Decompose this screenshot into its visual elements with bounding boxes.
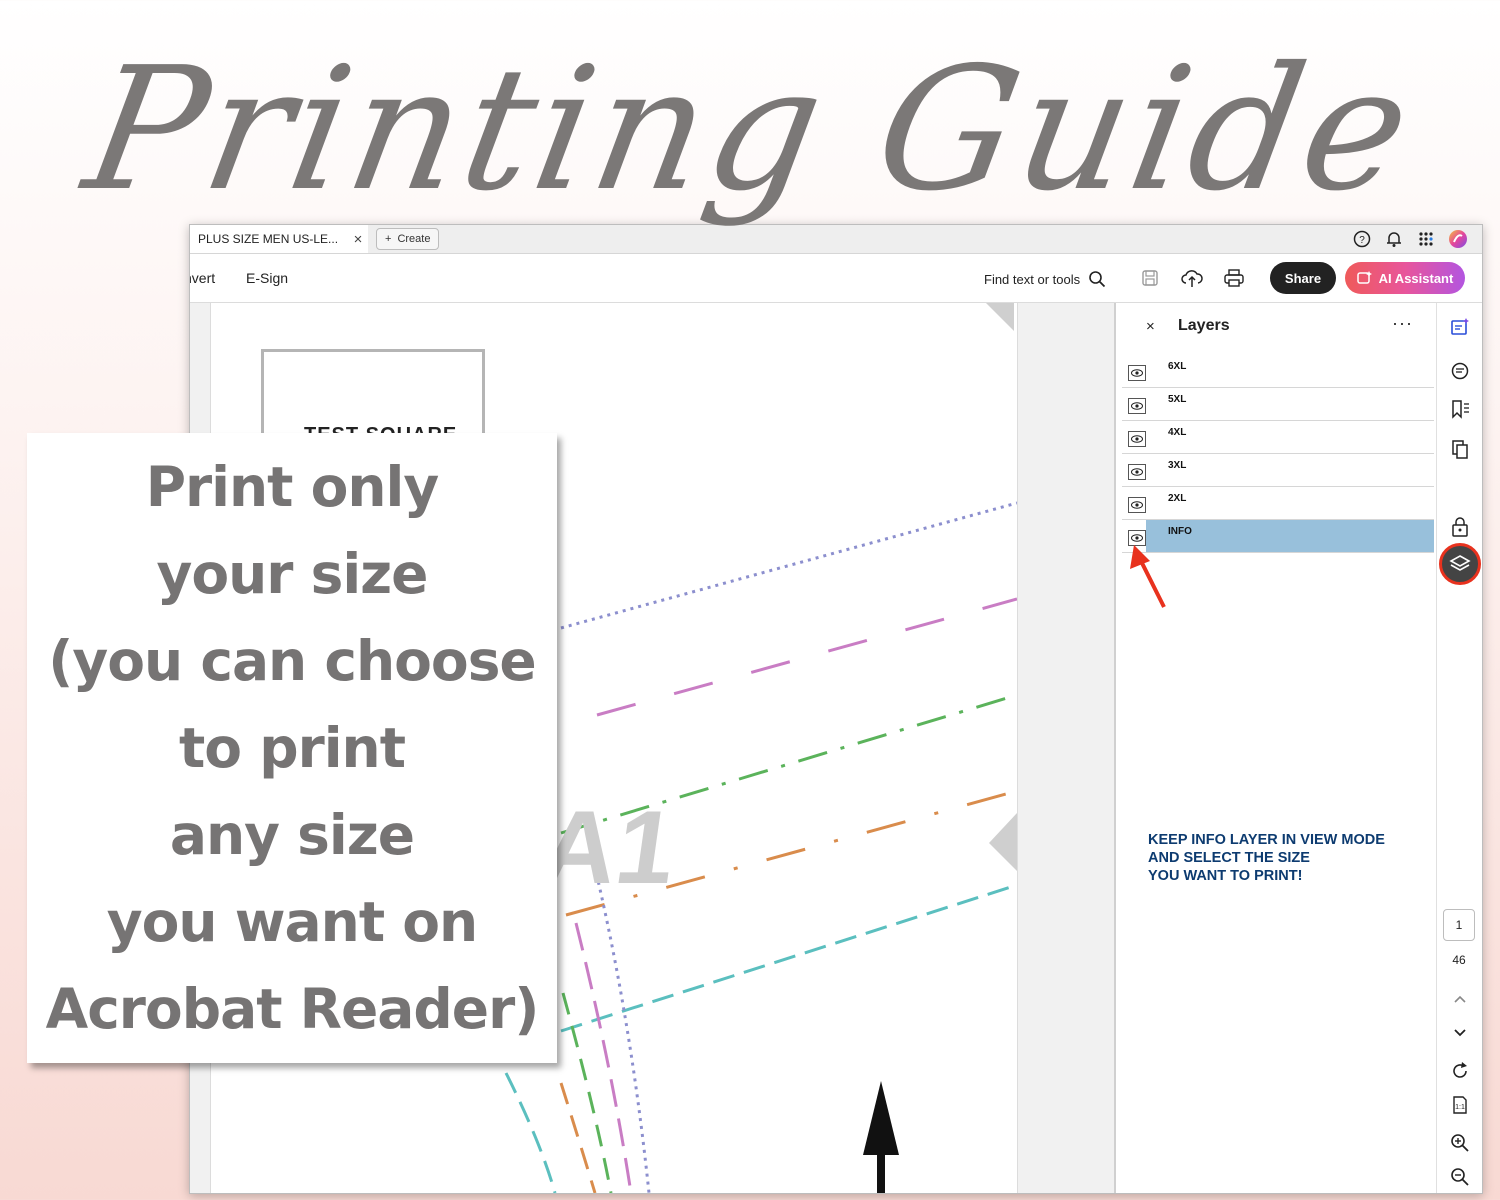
eye-visibility-icon[interactable] (1128, 398, 1146, 414)
info-annotation: KEEP INFO LAYER IN VIEW MODE AND SELECT … (1148, 831, 1448, 885)
layer-row-2xl[interactable]: 2XL (1122, 487, 1434, 520)
layer-name: 4XL (1168, 427, 1187, 438)
layers-panel: × Layers ··· 6XL 5XL 4XL 3XL 2XL INFO (1116, 303, 1436, 1193)
chevron-down-icon[interactable] (1448, 1021, 1472, 1045)
menu-esign[interactable]: E-Sign (246, 270, 288, 286)
callout-line: you want on (106, 889, 478, 954)
ai-sparkle-icon (1356, 271, 1372, 284)
headline-printing-guide: Printing Guide (72, 31, 1428, 229)
share-button[interactable]: Share (1270, 262, 1336, 294)
lock-security-icon[interactable] (1448, 515, 1472, 539)
callout-line: Acrobat Reader) (45, 976, 540, 1041)
rotate-icon[interactable] (1448, 1059, 1472, 1083)
total-pages: 46 (1452, 953, 1466, 967)
page-corner-fold (986, 303, 1014, 331)
right-tool-rail: 1 46 1:1 (1436, 303, 1482, 1193)
more-options-icon[interactable]: ··· (1392, 313, 1413, 334)
close-layers-icon[interactable]: × (1146, 318, 1155, 335)
layers-icon[interactable] (1439, 543, 1481, 585)
layer-row-5xl[interactable]: 5XL (1122, 388, 1434, 421)
piece-label-graphic: A1 (551, 789, 671, 903)
chevron-up-icon[interactable] (1448, 987, 1472, 1011)
find-tools-button[interactable]: Find text or tools (984, 270, 1106, 288)
actual-size-icon[interactable]: 1:1 (1448, 1093, 1472, 1117)
callout-line: (you can choose (48, 628, 536, 693)
comment-icon[interactable] (1448, 359, 1472, 383)
eye-visibility-icon[interactable] (1128, 497, 1146, 513)
eye-visibility-icon[interactable] (1128, 365, 1146, 381)
edit-pdf-icon[interactable] (1448, 315, 1472, 339)
cloud-upload-icon[interactable] (1180, 266, 1204, 290)
layers-title: Layers (1178, 317, 1230, 334)
callout-line: Print only (145, 454, 440, 519)
pages-icon[interactable] (1448, 437, 1472, 461)
layer-row-4xl[interactable]: 4XL (1122, 421, 1434, 454)
main-toolbar: nvert E-Sign Find text or tools Share AI… (190, 254, 1482, 303)
annotation-line: AND SELECT THE SIZE (1148, 850, 1310, 866)
eye-visibility-icon[interactable] (1128, 464, 1146, 480)
layer-name: INFO (1168, 526, 1192, 537)
print-icon[interactable] (1222, 266, 1246, 290)
piece-label: A1 (551, 789, 671, 903)
menu-convert[interactable]: nvert (190, 270, 215, 286)
eye-visibility-icon[interactable] (1128, 431, 1146, 447)
layer-row-3xl[interactable]: 3XL (1122, 454, 1434, 487)
search-icon (1089, 271, 1106, 288)
layers-header: × Layers ··· (1116, 303, 1436, 349)
layer-name: 3XL (1168, 460, 1187, 471)
callout-line: any size (169, 802, 415, 867)
current-page-box[interactable]: 1 (1443, 909, 1475, 941)
layer-name: 2XL (1168, 493, 1187, 504)
ai-assistant-label: AI Assistant (1378, 270, 1454, 286)
red-arrow-icon (1130, 545, 1166, 608)
save-icon[interactable] (1138, 266, 1162, 290)
zoom-in-icon[interactable] (1448, 1131, 1472, 1155)
svg-text:1:1: 1:1 (1455, 1104, 1465, 1111)
callout-line: to print (178, 715, 406, 780)
annotation-line: KEEP INFO LAYER IN VIEW MODE (1148, 832, 1385, 848)
layer-name: 5XL (1168, 394, 1187, 405)
annotation-line: YOU WANT TO PRINT! (1148, 868, 1303, 884)
find-label: Find text or tools (984, 271, 1081, 287)
zoom-out-icon[interactable] (1448, 1165, 1472, 1189)
layer-name: 6XL (1168, 361, 1187, 372)
bookmark-icon[interactable] (1448, 397, 1472, 421)
callout-line: your size (156, 541, 429, 606)
print-instructions-callout: Print only your size (you can choose to … (27, 433, 557, 1063)
layer-row-6xl[interactable]: 6XL (1122, 355, 1434, 388)
ai-assistant-button[interactable]: AI Assistant (1345, 262, 1465, 294)
